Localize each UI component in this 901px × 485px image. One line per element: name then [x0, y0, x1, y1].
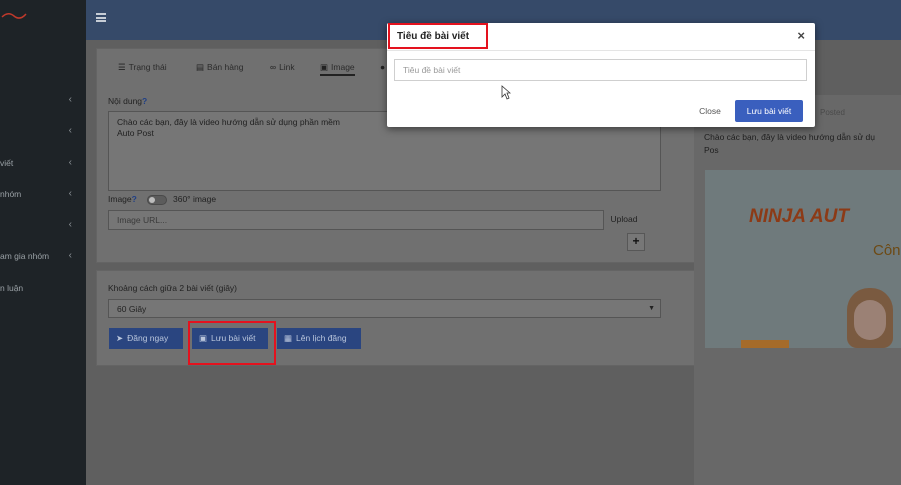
chevron-left-icon: ‹ — [68, 157, 72, 168]
preview-text-line1: Chào các bạn, đây là video hướng dẫn sử … — [704, 132, 876, 142]
tab-link[interactable]: ∞ Link — [270, 62, 295, 76]
highlight-box — [188, 321, 276, 365]
highlight-box-title — [388, 23, 488, 49]
image-360-toggle[interactable] — [147, 195, 167, 205]
content-label: Nội dung? — [108, 96, 148, 106]
chevron-left-icon: ‹ — [68, 219, 72, 230]
schedule-post-label: Lên lịch đăng — [296, 333, 347, 343]
sidebar-item-5[interactable]: ‹ — [0, 219, 80, 233]
list-icon: ☰ — [118, 62, 126, 72]
cart-icon: ▤ — [196, 62, 205, 72]
chevron-left-icon: ‹ — [68, 250, 72, 261]
help-icon: ? — [142, 96, 148, 106]
image-label: Image? — [108, 194, 137, 204]
calendar-icon: ▦ — [284, 333, 293, 343]
tab-label: Image — [331, 62, 355, 72]
banner-title: NINJA AUT — [749, 206, 849, 227]
chevron-left-icon: ‹ — [68, 94, 72, 105]
post-now-label: Đăng ngay — [127, 333, 169, 343]
logo-icon — [1, 13, 27, 19]
close-icon[interactable]: × — [797, 28, 805, 43]
sidebar-item-3[interactable]: viết ‹ — [0, 157, 80, 171]
caret-down-icon: ▼ — [648, 305, 655, 312]
sidebar-item-label: n luận — [0, 283, 24, 293]
circle-icon: ● — [380, 62, 386, 72]
sidebar-item-7[interactable]: n luận — [0, 282, 80, 296]
post-now-button[interactable]: ➤ Đăng ngay — [109, 328, 183, 349]
help-icon: ? — [131, 194, 137, 204]
tab-sales[interactable]: ▤ Bán hàng — [196, 62, 243, 76]
preview-text-line2: Pos — [704, 145, 719, 155]
preview-text: Chào các bạn, đây là video hướng dẫn sử … — [704, 131, 901, 157]
send-icon: ➤ — [116, 333, 124, 343]
tab-label: Trạng thái — [128, 62, 167, 72]
sidebar-item-4[interactable]: nhóm ‹ — [0, 188, 80, 202]
sidebar-item-1[interactable]: ‹ — [0, 94, 80, 108]
schedule-post-button[interactable]: ▦ Lên lịch đăng — [277, 328, 361, 349]
sidebar-item-6[interactable]: am gia nhóm ‹ — [0, 250, 80, 264]
image-url-placeholder: Image URL... — [117, 215, 168, 225]
image-url-input[interactable]: Image URL... — [108, 210, 604, 230]
post-title-placeholder: Tiêu đề bài viết — [403, 65, 461, 75]
image-icon: ▣ — [320, 62, 329, 72]
link-icon: ∞ — [270, 62, 277, 72]
mouse-cursor-icon — [501, 85, 511, 100]
post-title-input[interactable]: Tiêu đề bài viết — [394, 59, 807, 81]
chevron-left-icon: ‹ — [68, 188, 72, 199]
upload-button[interactable]: Upload — [604, 210, 644, 230]
sidebar-item-label: viết — [0, 158, 14, 168]
interval-value: 60 Giây — [117, 304, 147, 314]
banner-subtitle: Côn — [873, 242, 901, 259]
content-text-line2: Auto Post — [117, 128, 154, 138]
preview-image: NINJA AUT Côn — [705, 170, 901, 348]
tab-label: Link — [279, 62, 295, 72]
interval-select[interactable]: 60 Giây ▼ — [108, 299, 661, 318]
tab-image[interactable]: ▣ Image — [320, 62, 355, 76]
modal-save-button[interactable]: Lưu bài viết — [735, 100, 803, 122]
tab-status[interactable]: ☰ Trạng thái — [118, 62, 167, 76]
chevron-left-icon: ‹ — [68, 125, 72, 136]
add-image-button[interactable]: + — [627, 233, 645, 251]
sidebar-item-2[interactable]: ‹ — [0, 125, 80, 139]
preview-meta: Posted — [820, 108, 845, 117]
tab-label: Bán hàng — [207, 62, 244, 72]
cartoon-face-image — [847, 288, 893, 348]
sidebar-item-label: nhóm — [0, 189, 22, 199]
sidebar-item-label: am gia nhóm — [0, 251, 50, 261]
interval-label: Khoảng cách giữa 2 bài viết (giây) — [108, 283, 238, 293]
image-360-label: 360° image — [173, 194, 217, 204]
hamburger-menu-icon[interactable] — [96, 13, 106, 22]
sidebar: ‹ ‹ viết ‹ nhóm ‹ ‹ am gia nhóm ‹ n luận — [0, 0, 86, 485]
banner-stripe — [741, 340, 789, 348]
modal-close-button[interactable]: Close — [690, 101, 730, 121]
